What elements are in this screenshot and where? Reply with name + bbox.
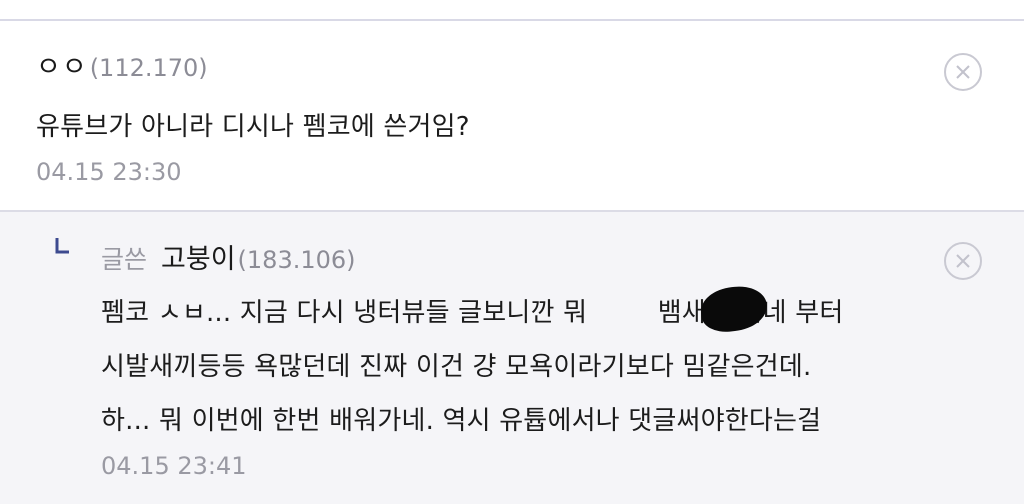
comment-nickname[interactable]: ㅇㅇ bbox=[36, 45, 88, 84]
comment-author: ㅇㅇ (112.170) bbox=[36, 45, 208, 84]
reply-date: 04.15 23:41 bbox=[101, 452, 247, 480]
close-circle-icon[interactable] bbox=[944, 242, 982, 280]
reply-text-line-3: 하... 뭐 이번에 한번 배워가네. 역시 유튭에서나 댓글써야한다는걸 bbox=[101, 406, 822, 436]
comment-date: 04.15 23:30 bbox=[36, 158, 182, 186]
reply-author: 글쓴 고붕이 (183.106) bbox=[101, 237, 356, 276]
writer-badge: 글쓴 bbox=[101, 245, 148, 274]
close-circle-icon[interactable] bbox=[944, 53, 982, 91]
reply-nickname[interactable]: 고붕이 bbox=[161, 237, 236, 276]
comment-ip: (112.170) bbox=[89, 54, 208, 82]
comment-text: 유튜브가 아니라 디시나 펨코에 쓴거임? bbox=[36, 112, 470, 142]
reply-text-line-1-start: 펨코 ㅅㅂ... 지금 다시 냉터뷰들 글보니깐 뭐 bbox=[101, 298, 596, 328]
reply-arrow-icon bbox=[55, 238, 69, 254]
comment-thread: ㅇㅇ (112.170) 유튜브가 아니라 디시나 펨코에 쓴거임? 04.15… bbox=[0, 0, 1024, 504]
reply-ip: (183.106) bbox=[237, 246, 356, 274]
reply-text-line-2: 시발새끼등등 욕많던데 진짜 이건 걍 모욕이라기보다 밈같은건데. bbox=[101, 352, 812, 382]
